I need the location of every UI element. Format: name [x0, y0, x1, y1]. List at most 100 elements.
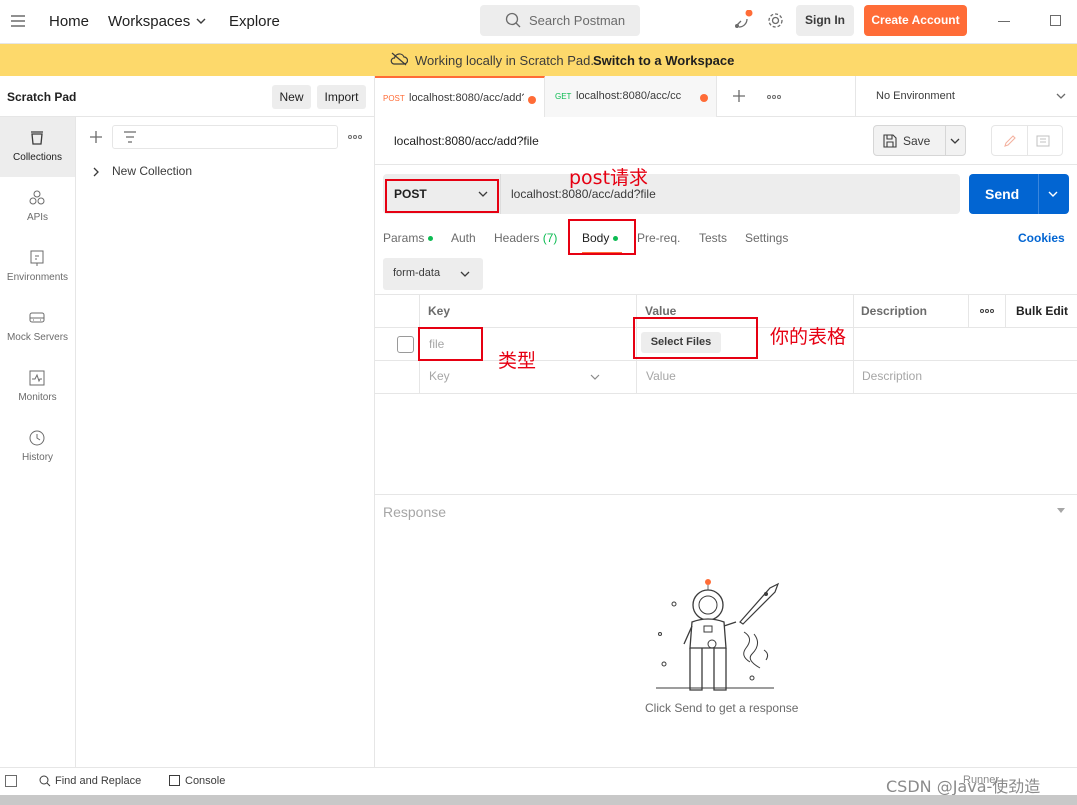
- rail-item-label: History: [21, 452, 54, 463]
- console-button[interactable]: Console: [185, 775, 225, 787]
- chevron-down-icon[interactable]: [590, 374, 600, 380]
- chevron-down-icon[interactable]: [196, 18, 206, 24]
- filter-icon: [123, 131, 137, 143]
- menu-icon[interactable]: [11, 15, 25, 27]
- tab-params[interactable]: Params: [383, 231, 434, 245]
- watermark: CSDN @Java-使劲造: [886, 777, 1041, 796]
- divider: [1038, 174, 1039, 214]
- toggle-sidebar-icon[interactable]: [5, 775, 17, 787]
- docs-toggle[interactable]: [991, 125, 1063, 156]
- bulk-edit-link[interactable]: Bulk Edit: [1016, 304, 1068, 318]
- body-mode-value: form-data: [393, 267, 441, 279]
- rail-item-collections[interactable]: Collections: [0, 117, 75, 177]
- chevron-down-icon: [460, 271, 470, 277]
- annotation-box-body: [568, 219, 636, 255]
- filter-input[interactable]: [112, 125, 338, 149]
- annotation-box-method: [385, 179, 499, 213]
- top-bar: Home Workspaces Explore Search Postman S…: [0, 0, 1077, 44]
- environment-label: No Environment: [876, 90, 955, 102]
- import-button[interactable]: Import: [317, 85, 366, 109]
- rail-item-apis[interactable]: APIs: [0, 177, 75, 237]
- chevron-down-icon[interactable]: [950, 138, 960, 144]
- tab-prereq[interactable]: Pre-req.: [637, 231, 680, 245]
- plus-icon[interactable]: [89, 130, 103, 144]
- mock-servers-icon: [29, 312, 45, 323]
- body-mode-select[interactable]: form-data: [383, 258, 483, 290]
- nav-explore[interactable]: Explore: [229, 13, 280, 30]
- send-label: Send: [985, 186, 1020, 202]
- send-button[interactable]: Send: [969, 174, 1069, 214]
- divider: [375, 164, 1077, 165]
- tree-item[interactable]: New Collection: [76, 160, 374, 182]
- monitors-icon: [29, 370, 45, 386]
- column-options-icon[interactable]: [980, 309, 994, 313]
- rail-item-environments[interactable]: Environments: [0, 237, 75, 297]
- tab-post[interactable]: POST localhost:8080/acc/add?file: [375, 76, 545, 117]
- tab-options-icon[interactable]: [767, 95, 781, 99]
- tab-settings[interactable]: Settings: [745, 231, 788, 245]
- environment-select[interactable]: No Environment: [855, 76, 1077, 117]
- sync-status-icon[interactable]: [733, 10, 753, 30]
- new-value-input[interactable]: Value: [646, 369, 676, 383]
- tab-method: POST: [383, 94, 405, 103]
- apis-icon: [29, 190, 45, 205]
- tab-params-label: Params: [383, 231, 425, 245]
- chevron-down-icon: [1056, 93, 1066, 99]
- rail-item-label: Monitors: [18, 392, 57, 403]
- minimize-icon[interactable]: [998, 21, 1010, 22]
- unsaved-dot: [700, 94, 708, 102]
- create-account-button[interactable]: Create Account: [864, 5, 967, 36]
- annotation-box-value: [633, 317, 758, 359]
- tab-headers[interactable]: Headers (7): [494, 231, 557, 245]
- find-replace-button[interactable]: Find and Replace: [55, 775, 141, 787]
- tab-auth[interactable]: Auth: [451, 231, 476, 245]
- console-icon: [169, 775, 180, 786]
- new-description-input[interactable]: Description: [862, 369, 922, 383]
- chevron-down-icon[interactable]: [1048, 191, 1058, 197]
- column-header-description: Description: [861, 304, 928, 318]
- search-icon: [39, 775, 51, 787]
- nav-workspaces[interactable]: Workspaces: [108, 13, 190, 30]
- tab-tests[interactable]: Tests: [699, 231, 727, 245]
- request-title: localhost:8080/acc/add?file: [394, 134, 539, 148]
- edit-icon: [1003, 134, 1017, 148]
- sign-in-button[interactable]: Sign In: [796, 5, 854, 36]
- cookies-link[interactable]: Cookies: [1018, 231, 1065, 245]
- search-input[interactable]: Search Postman: [480, 5, 640, 36]
- divider: [1027, 126, 1028, 155]
- more-options-icon[interactable]: [348, 135, 362, 139]
- response-title: Response: [383, 504, 447, 520]
- maximize-icon[interactable]: [1050, 15, 1061, 26]
- comments-icon: [1036, 134, 1050, 148]
- new-key-input[interactable]: Key: [429, 369, 450, 383]
- unsaved-dot: [528, 96, 536, 104]
- new-button[interactable]: New: [272, 85, 311, 109]
- sidebar-title: Scratch Pad: [7, 90, 77, 104]
- tab-get[interactable]: GET localhost:8080/acc/cc: [545, 76, 717, 117]
- save-button[interactable]: Save: [873, 125, 966, 156]
- request-tab-bar: POST localhost:8080/acc/add?file GET loc…: [375, 76, 1077, 117]
- status-bar: Find and Replace Console Runner CSDN @Ja…: [0, 767, 1077, 796]
- tree-item-label: New Collection: [112, 164, 193, 178]
- rail-item-monitors[interactable]: Monitors: [0, 357, 75, 417]
- row-checkbox[interactable]: [397, 336, 414, 353]
- annotation-post-request: post请求: [569, 167, 649, 189]
- nav-home[interactable]: Home: [49, 13, 89, 30]
- rail-item-mock-servers[interactable]: Mock Servers: [0, 297, 75, 357]
- empty-response-text: Click Send to get a response: [645, 701, 799, 715]
- annotation-your-form: 你的表格: [770, 326, 847, 348]
- horizontal-scrollbar[interactable]: [0, 795, 1077, 805]
- collapse-caret-icon[interactable]: [1057, 508, 1065, 513]
- cloud-off-icon: [390, 52, 408, 66]
- switch-workspace-link[interactable]: Switch to a Workspace: [593, 53, 734, 68]
- chevron-right-icon[interactable]: [93, 167, 99, 177]
- table-border: [375, 294, 1077, 295]
- rail-item-label: Mock Servers: [6, 332, 69, 343]
- new-tab-icon[interactable]: [732, 89, 746, 103]
- gear-icon[interactable]: [767, 12, 784, 29]
- collections-icon: [31, 131, 43, 145]
- rail-item-history[interactable]: History: [0, 417, 75, 477]
- tab-url: localhost:8080/acc/add?file: [409, 92, 524, 104]
- sidebar-rail: Collections APIs Environments Mock Serve…: [0, 117, 76, 767]
- table-border: [1005, 294, 1006, 327]
